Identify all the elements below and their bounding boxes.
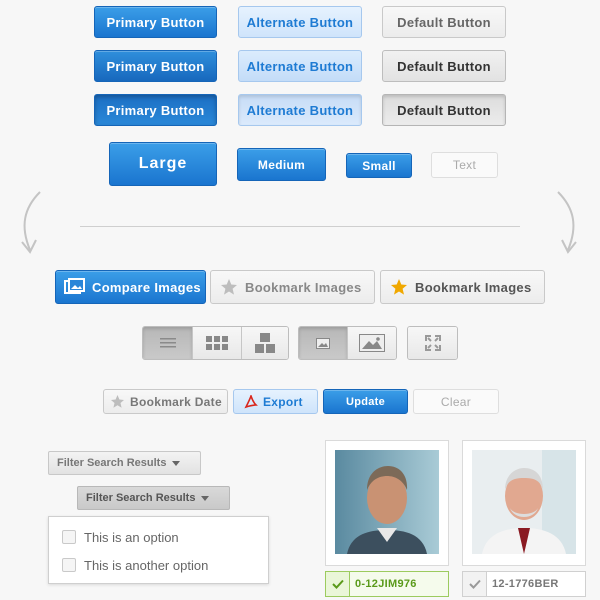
expand-icon xyxy=(424,335,441,351)
fullscreen-button[interactable] xyxy=(408,327,457,359)
alternate-button[interactable]: Alternate Button xyxy=(238,6,362,38)
filter-option[interactable]: This is another option xyxy=(49,551,268,579)
caret-down-icon xyxy=(201,495,210,501)
checkbox[interactable] xyxy=(62,558,76,572)
selected-id-tag[interactable]: 0-12JIM976 xyxy=(325,571,449,597)
grid-view-icon xyxy=(205,336,228,350)
filter-option[interactable]: This is an option xyxy=(49,523,268,551)
filter-search-results-dropdown[interactable]: Filter Search Results xyxy=(48,451,201,475)
small-button[interactable]: Small xyxy=(346,153,412,178)
fullscreen-toggle xyxy=(407,326,458,360)
default-button[interactable]: Default Button xyxy=(382,6,506,38)
pdf-icon xyxy=(244,394,258,408)
star-outline-icon xyxy=(221,279,237,295)
bookmark-images-button[interactable]: Bookmark Images xyxy=(210,270,375,304)
tile-view-icon xyxy=(254,333,275,353)
text-button-disabled[interactable]: Text xyxy=(431,152,498,178)
check-icon xyxy=(463,572,487,596)
option-label: This is an option xyxy=(84,529,179,545)
option-label: This is another option xyxy=(84,557,209,573)
export-button[interactable]: Export xyxy=(233,389,318,414)
photo-id-tag[interactable]: 12-1776BER xyxy=(462,571,586,597)
large-image-button[interactable] xyxy=(347,327,396,359)
small-image-button[interactable] xyxy=(299,327,347,359)
curved-arrow-left-icon xyxy=(21,191,41,254)
small-image-icon xyxy=(316,337,330,349)
bookmark-date-label: Bookmark Date xyxy=(130,394,222,409)
filter-label: Filter Search Results xyxy=(57,457,167,469)
list-view-icon xyxy=(159,338,176,348)
large-image-icon xyxy=(359,334,385,352)
filter-search-results-dropdown-open[interactable]: Filter Search Results xyxy=(77,486,230,510)
list-view-button[interactable] xyxy=(143,327,193,359)
curved-arrow-right-icon xyxy=(557,191,577,254)
filter-options-menu: This is an option This is another option xyxy=(48,516,269,584)
image-size-toggle-group xyxy=(298,326,397,360)
alternate-button-active[interactable]: Alternate Button xyxy=(238,94,362,126)
layout-toggle-group xyxy=(142,326,289,360)
default-button-hover[interactable]: Default Button xyxy=(382,50,506,82)
portrait-photo-man xyxy=(335,450,439,554)
update-button[interactable]: Update xyxy=(323,389,408,414)
primary-button[interactable]: Primary Button xyxy=(94,6,217,38)
divider xyxy=(80,226,520,227)
star-outline-icon xyxy=(111,395,124,408)
bookmark-images-active-button[interactable]: Bookmark Images xyxy=(380,270,545,304)
checkbox[interactable] xyxy=(62,530,76,544)
photo-id-label: 0-12JIM976 xyxy=(355,578,417,590)
primary-button-active[interactable]: Primary Button xyxy=(94,94,217,126)
check-icon xyxy=(326,572,350,596)
photo-card-selected[interactable]: 0-12JIM976 xyxy=(325,440,449,597)
primary-button-hover[interactable]: Primary Button xyxy=(94,50,217,82)
photo-id-label: 12-1776BER xyxy=(492,578,559,590)
export-label: Export xyxy=(263,394,303,409)
clear-button[interactable]: Clear xyxy=(413,389,499,414)
filter-label-open: Filter Search Results xyxy=(86,492,196,504)
tile-view-button[interactable] xyxy=(240,327,288,359)
bookmark-images-active-label: Bookmark Images xyxy=(415,279,532,295)
compare-images-label: Compare Images xyxy=(92,279,201,295)
portrait-photo-doctor xyxy=(472,450,576,554)
medium-button[interactable]: Medium xyxy=(237,148,326,181)
images-icon xyxy=(64,278,85,294)
star-filled-icon xyxy=(391,279,407,295)
compare-images-button[interactable]: Compare Images xyxy=(55,270,206,304)
photo-card[interactable]: 12-1776BER xyxy=(462,440,586,597)
large-button[interactable]: Large xyxy=(109,142,217,186)
grid-view-button[interactable] xyxy=(192,327,241,359)
bookmark-images-label: Bookmark Images xyxy=(245,279,362,295)
default-button-active[interactable]: Default Button xyxy=(382,94,506,126)
caret-down-icon xyxy=(172,460,181,466)
alternate-button-hover[interactable]: Alternate Button xyxy=(238,50,362,82)
bookmark-date-button[interactable]: Bookmark Date xyxy=(103,389,228,414)
